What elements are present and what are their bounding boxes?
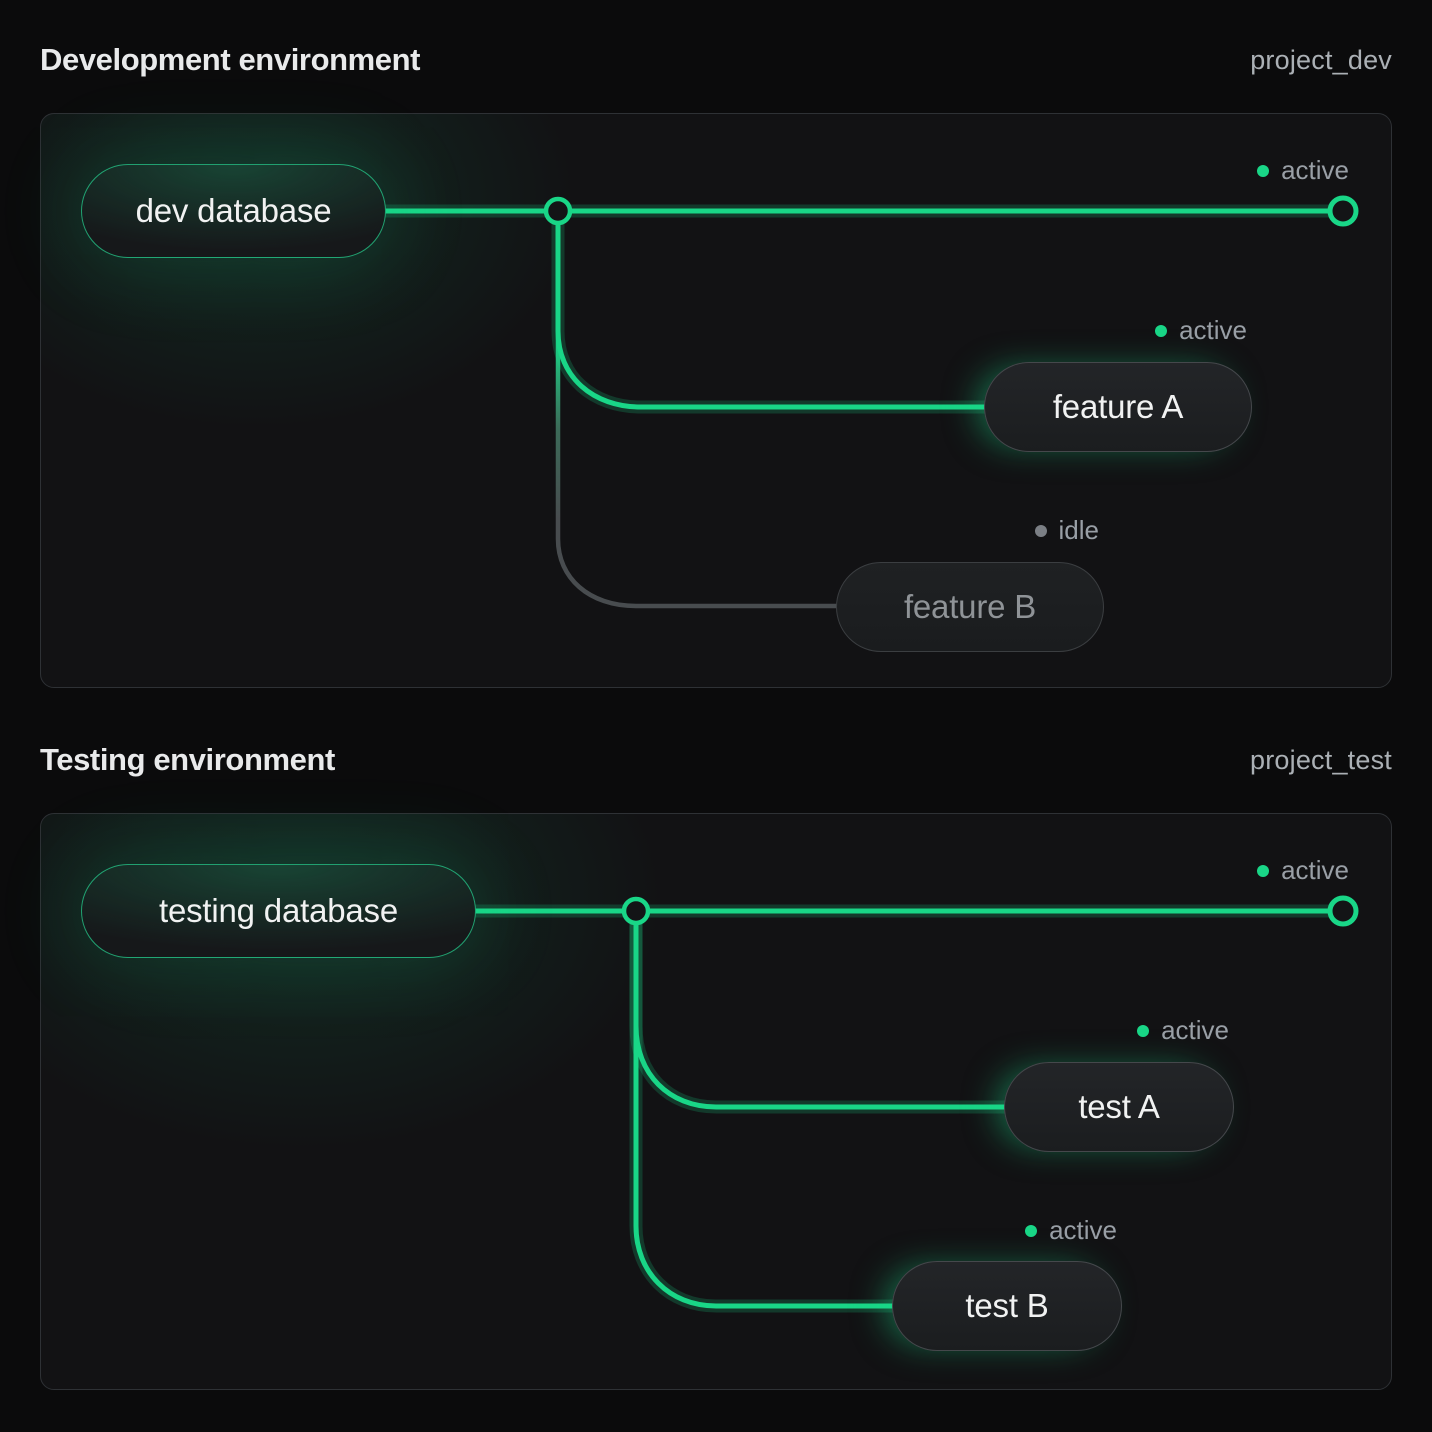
testing-database-node[interactable]: testing database — [81, 864, 476, 958]
dev-main-endpoint-icon — [1330, 198, 1356, 224]
test-a-status-badge: active — [1137, 1015, 1229, 1046]
test-section-title: Testing environment — [40, 742, 335, 778]
dev-database-label: dev database — [136, 192, 332, 230]
dev-panel: active dev database active feature A idl… — [40, 113, 1392, 688]
feature-b-status-badge: idle — [1035, 515, 1099, 546]
idle-dot-icon — [1035, 525, 1047, 537]
test-b-status-badge: active — [1025, 1215, 1117, 1246]
dev-main-status-badge: active — [1257, 155, 1349, 186]
active-dot-icon — [1025, 1225, 1037, 1237]
active-dot-icon — [1257, 865, 1269, 877]
active-dot-icon — [1137, 1025, 1149, 1037]
status-label: idle — [1059, 515, 1099, 546]
test-b-node[interactable]: test B — [892, 1261, 1122, 1351]
testing-database-label: testing database — [159, 892, 398, 930]
dev-junction-icon — [546, 199, 570, 223]
test-panel: active testing database active test A ac… — [40, 813, 1392, 1390]
test-a-node[interactable]: test A — [1004, 1062, 1234, 1152]
test-b-label: test B — [965, 1287, 1048, 1325]
test-main-endpoint-icon — [1330, 898, 1356, 924]
test-project-label: project_test — [1250, 745, 1392, 776]
feature-a-label: feature A — [1053, 388, 1183, 426]
feature-a-status-badge: active — [1155, 315, 1247, 346]
feature-a-node[interactable]: feature A — [984, 362, 1252, 452]
test-a-label: test A — [1078, 1088, 1159, 1126]
status-label: active — [1281, 855, 1349, 886]
status-label: active — [1049, 1215, 1117, 1246]
test-junction-icon — [624, 899, 648, 923]
dev-section-title: Development environment — [40, 42, 420, 78]
dev-database-node[interactable]: dev database — [81, 164, 386, 258]
active-dot-icon — [1257, 165, 1269, 177]
feature-b-label: feature B — [904, 588, 1036, 626]
test-branch-a-connector — [636, 911, 1006, 1107]
test-section-header: Testing environment project_test — [40, 740, 1392, 780]
status-label: active — [1281, 155, 1349, 186]
page: Development environment project_dev — [0, 0, 1432, 1432]
dev-section-header: Development environment project_dev — [40, 40, 1392, 80]
dev-project-label: project_dev — [1250, 45, 1392, 76]
dev-branch-a-connector — [558, 211, 986, 407]
feature-b-node[interactable]: feature B — [836, 562, 1104, 652]
active-dot-icon — [1155, 325, 1167, 337]
status-label: active — [1161, 1015, 1229, 1046]
status-label: active — [1179, 315, 1247, 346]
test-main-status-badge: active — [1257, 855, 1349, 886]
